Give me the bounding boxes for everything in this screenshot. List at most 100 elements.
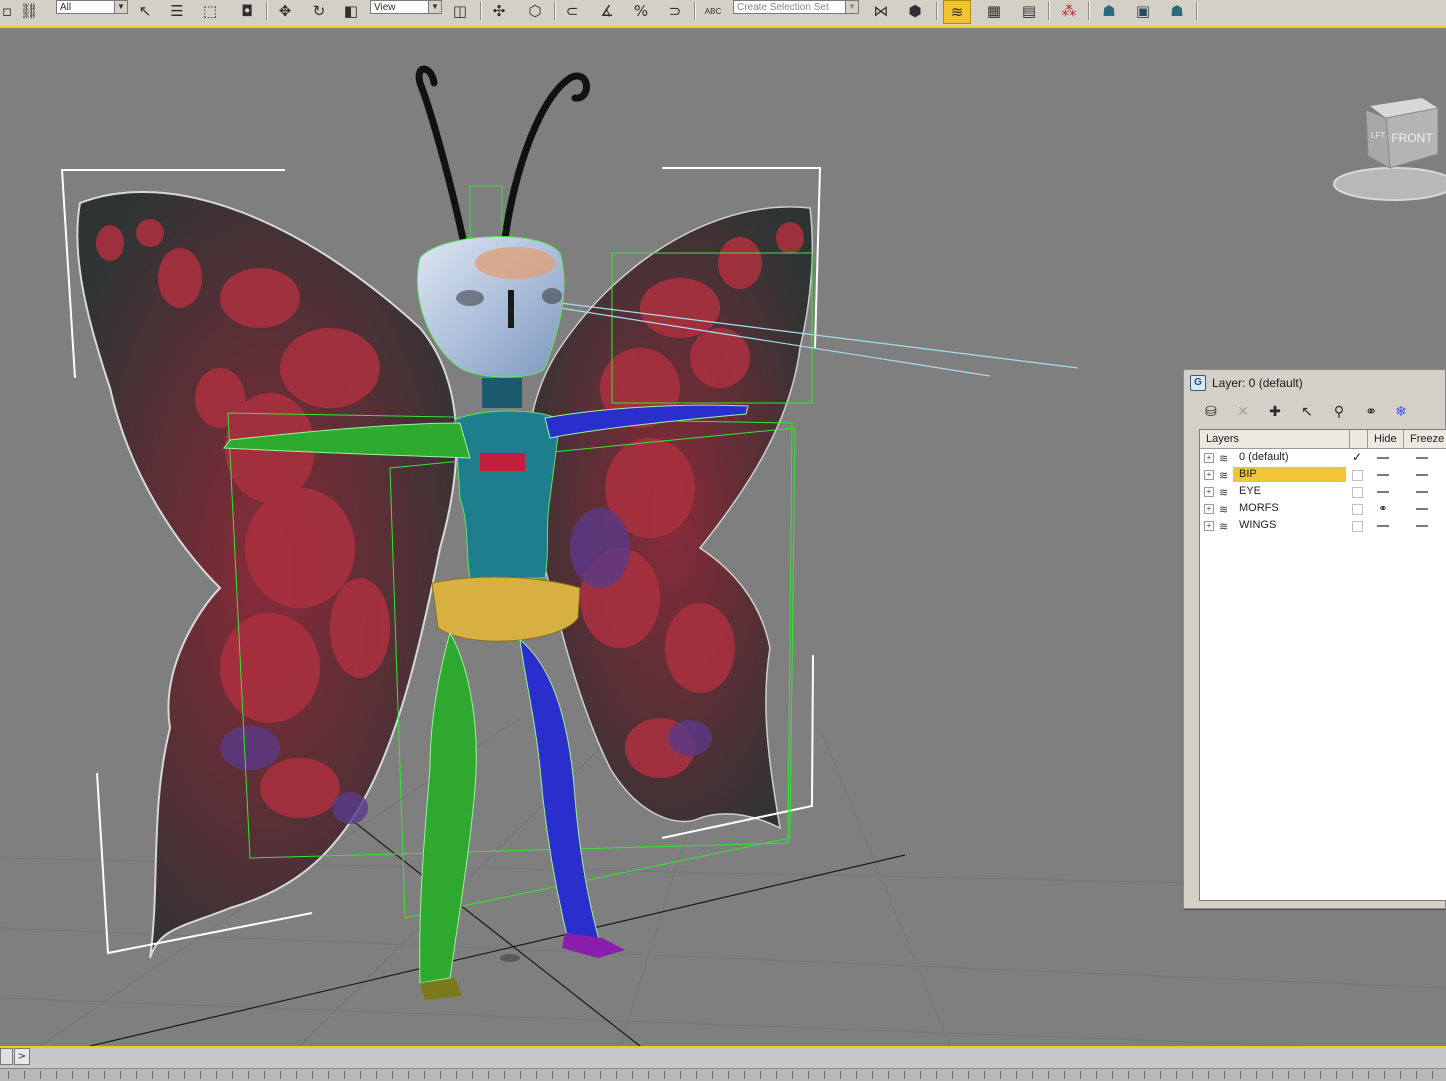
ruler-tick xyxy=(1192,1071,1193,1079)
viewcube[interactable]: FRONT LFT xyxy=(1332,96,1446,208)
freeze-toggle[interactable] xyxy=(1404,517,1440,534)
create-layer-icon[interactable]: ⛁ xyxy=(1200,402,1222,422)
layer-manager-icon[interactable]: ≋ xyxy=(943,0,971,24)
reference-coord-dropdown[interactable]: View ▼ xyxy=(370,0,442,14)
hidden-glasses-icon[interactable]: ⚭ xyxy=(1368,500,1398,517)
ruler-tick xyxy=(200,1071,201,1079)
ruler-tick xyxy=(376,1071,377,1079)
next-frame-button[interactable]: > xyxy=(14,1048,30,1065)
selection-filter-dropdown[interactable]: All ▼ xyxy=(56,0,128,14)
viewcube-front-label[interactable]: FRONT xyxy=(1391,131,1433,145)
expand-icon[interactable]: + xyxy=(1204,470,1214,480)
left-wing[interactable] xyxy=(76,191,458,959)
ruler-tick xyxy=(1336,1071,1337,1079)
ruler-tick xyxy=(456,1071,457,1079)
render-icon[interactable]: ☗ xyxy=(1166,0,1188,22)
ruler-tick xyxy=(24,1071,25,1079)
scale-icon[interactable]: ◧ xyxy=(340,0,362,22)
material-editor-icon[interactable]: ☗ xyxy=(1098,0,1120,22)
curve-editor-icon[interactable]: ▤ xyxy=(1018,0,1040,22)
select-icon[interactable]: ↖ xyxy=(134,0,156,22)
current-layer-box[interactable] xyxy=(1350,517,1364,537)
dialog-title-bar[interactable]: G Layer: 0 (default) xyxy=(1184,370,1445,396)
expand-icon[interactable]: + xyxy=(1204,453,1214,463)
snap-icon[interactable]: ⊂ xyxy=(561,0,583,22)
highlight-selected-icon[interactable]: ⚲ xyxy=(1328,402,1350,422)
hide-all-icon[interactable]: ⚭ xyxy=(1360,402,1382,422)
freeze-all-icon[interactable]: ❄ xyxy=(1390,402,1412,422)
rect-region-icon[interactable]: ⬚ xyxy=(199,0,221,22)
use-pivot-icon[interactable]: ◫ xyxy=(449,0,471,22)
freeze-toggle[interactable] xyxy=(1404,483,1440,500)
freeze-toggle[interactable] xyxy=(1404,500,1440,517)
add-to-layer-icon[interactable]: ✚ xyxy=(1264,402,1286,422)
hide-toggle[interactable] xyxy=(1368,466,1398,483)
column-hide[interactable]: Hide xyxy=(1368,430,1404,448)
window-crossing-icon[interactable]: ◘ xyxy=(236,0,258,22)
percent-snap-icon[interactable]: % xyxy=(630,0,652,22)
delete-layer-icon[interactable]: ✕ xyxy=(1232,402,1254,422)
undo-icon[interactable]: ▫ xyxy=(0,0,14,22)
ruler-tick xyxy=(792,1071,793,1079)
time-slider-left-button[interactable] xyxy=(0,1048,13,1065)
layer-row-wings[interactable]: + ≋ WINGS xyxy=(1200,517,1446,534)
ruler-tick xyxy=(680,1071,681,1079)
link-icon[interactable]: ⛓ xyxy=(18,0,40,22)
hide-toggle[interactable] xyxy=(1368,517,1398,534)
ruler-tick xyxy=(1032,1071,1033,1079)
layer-icon: ≋ xyxy=(1219,469,1229,482)
ruler-tick xyxy=(744,1071,745,1079)
layer-row-eye[interactable]: + ≋ EYE xyxy=(1200,483,1446,500)
head[interactable] xyxy=(416,236,565,378)
toolbar-separator xyxy=(1048,2,1050,20)
align-icon[interactable]: ⬢ xyxy=(904,0,926,22)
render-setup-icon[interactable]: ▣ xyxy=(1132,0,1154,22)
ruler-tick xyxy=(1368,1071,1369,1079)
expand-icon[interactable]: + xyxy=(1204,487,1214,497)
mirror-icon[interactable]: ⋈ xyxy=(870,0,892,22)
frame-ruler[interactable] xyxy=(0,1068,1446,1081)
spinner-snap-icon[interactable]: ⊃ xyxy=(664,0,686,22)
select-by-name-icon[interactable]: ☰ xyxy=(166,0,188,22)
named-selection-dropdown[interactable]: Create Selection Set ▼ xyxy=(733,0,859,14)
column-freeze[interactable]: Freeze xyxy=(1404,430,1446,448)
graphite-ribbon-icon[interactable]: ▦ xyxy=(983,0,1005,22)
layer-row-bip[interactable]: + ≋ BIP xyxy=(1200,466,1446,483)
current-layer-check-icon[interactable]: ✓ xyxy=(1350,449,1364,466)
ruler-tick xyxy=(1272,1071,1273,1079)
ruler-tick xyxy=(1160,1071,1161,1079)
ruler-tick xyxy=(600,1071,601,1079)
angle-snap-icon[interactable]: ∡ xyxy=(596,0,618,22)
viewcube-left-label[interactable]: LFT xyxy=(1371,131,1385,140)
antennae[interactable] xyxy=(415,65,590,252)
keyboard-override-icon[interactable]: ⬡ xyxy=(524,0,546,22)
select-manipulate-icon[interactable]: ✣ xyxy=(488,0,510,22)
pelvis[interactable] xyxy=(431,576,581,642)
ruler-tick xyxy=(424,1071,425,1079)
freeze-toggle[interactable] xyxy=(1404,449,1440,466)
right-wing[interactable] xyxy=(526,206,814,830)
app-icon: G xyxy=(1190,375,1206,391)
layer-row-0-default[interactable]: + ≋ 0 (default) ✓ xyxy=(1200,449,1446,466)
move-icon[interactable]: ✥ xyxy=(274,0,296,22)
ruler-tick xyxy=(712,1071,713,1079)
ruler-tick xyxy=(808,1071,809,1079)
freeze-toggle[interactable] xyxy=(1404,466,1440,483)
layer-list: Layers Hide Freeze + ≋ 0 (default) ✓ + ≋… xyxy=(1199,429,1446,901)
schematic-view-icon[interactable]: ⁂ xyxy=(1058,0,1080,22)
ruler-tick xyxy=(616,1071,617,1079)
column-layers[interactable]: Layers xyxy=(1200,430,1350,448)
toolbar-separator xyxy=(1196,2,1198,20)
layer-row-morfs[interactable]: + ≋ MORFS ⚭ xyxy=(1200,500,1446,517)
hide-toggle[interactable] xyxy=(1368,483,1398,500)
rotate-icon[interactable]: ↻ xyxy=(308,0,330,22)
edit-named-sets-icon[interactable]: ABC xyxy=(702,0,724,22)
ruler-tick xyxy=(824,1071,825,1079)
expand-icon[interactable]: + xyxy=(1204,504,1214,514)
ruler-tick xyxy=(904,1071,905,1079)
expand-icon[interactable]: + xyxy=(1204,521,1214,531)
select-objects-icon[interactable]: ↖ xyxy=(1296,402,1318,422)
hide-toggle[interactable] xyxy=(1368,449,1398,466)
ruler-tick xyxy=(72,1071,73,1079)
column-current[interactable] xyxy=(1350,430,1368,448)
